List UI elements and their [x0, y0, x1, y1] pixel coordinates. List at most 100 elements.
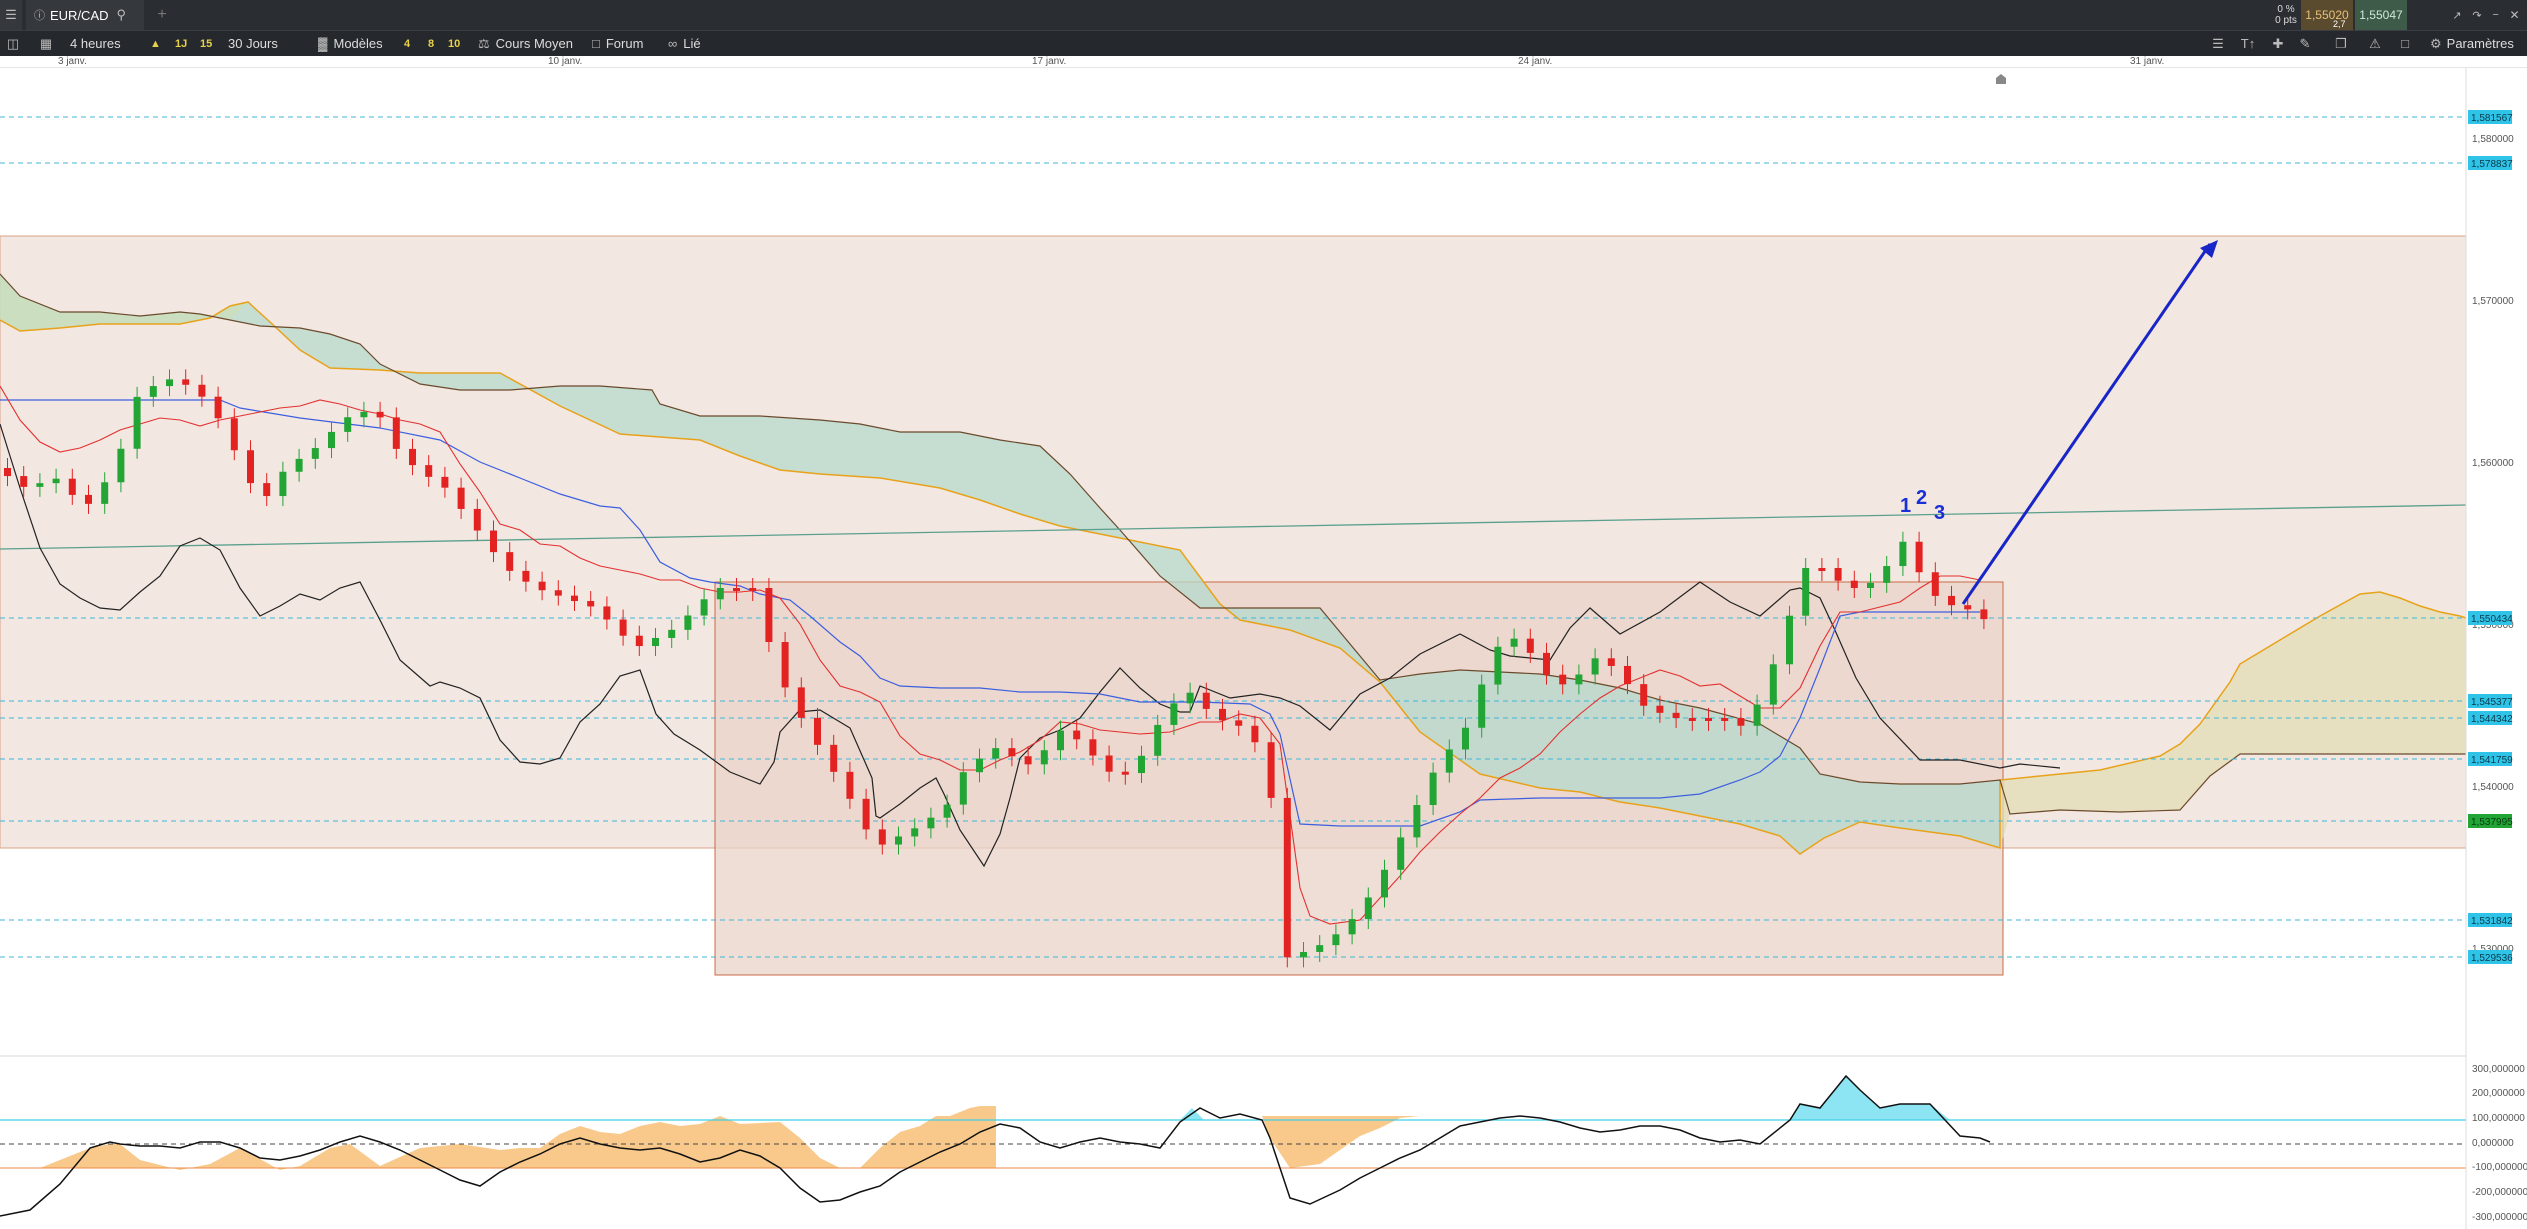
text-icon: T↑	[2240, 36, 2256, 51]
restore-icon[interactable]: ↷	[2472, 9, 2481, 22]
candle-body	[1867, 582, 1874, 588]
spread-value: 2,7	[2333, 18, 2346, 30]
candle-body	[1202, 692, 1210, 709]
model-10-button[interactable]: 10	[448, 31, 460, 56]
detach-icon[interactable]: ↗	[2452, 9, 2461, 22]
candle-body	[1656, 705, 1664, 713]
linked-button[interactable]: ∞ Lié	[668, 31, 701, 56]
candle-body	[668, 629, 676, 638]
candle-body	[1559, 674, 1567, 685]
change-points: 0 pts	[2275, 15, 2297, 26]
list-button[interactable]: ☰	[2208, 31, 2228, 56]
candle-body	[1769, 664, 1777, 705]
alert-button[interactable]: ⚠	[2364, 31, 2386, 56]
candle-body	[1073, 730, 1081, 740]
candle-body	[36, 483, 44, 487]
candle-body	[1008, 748, 1016, 757]
candle-body	[328, 431, 335, 449]
candle-body	[1445, 749, 1453, 773]
model-4-button[interactable]: 4	[404, 31, 410, 56]
price-chart[interactable]: 1 2 3 1,580000 1,570000 1,560000 1,55000…	[0, 68, 2527, 1229]
candle-body	[490, 530, 497, 553]
minimize-icon[interactable]: −	[2492, 9, 2498, 21]
settings-button[interactable]: ⚙ Paramètres	[2430, 31, 2514, 56]
candle-body	[1154, 724, 1162, 756]
price-tag: 1,550434	[2471, 614, 2513, 625]
period-15-button[interactable]: 15	[200, 31, 212, 56]
candle-body	[1186, 692, 1194, 704]
candle-body	[1510, 638, 1518, 647]
search-icon[interactable]: ⚲	[117, 7, 127, 23]
forum-button[interactable]: □ Forum	[592, 31, 643, 56]
indicator-label: 300,000000	[2472, 1064, 2525, 1075]
price-label: 1,540000	[2472, 782, 2514, 793]
candle-body	[1883, 566, 1891, 583]
windows-button[interactable]: ❐	[2330, 31, 2352, 56]
close-icon[interactable]: ✕	[2510, 8, 2520, 22]
menu-button[interactable]: ☰	[0, 0, 22, 30]
time-label: 10 janv.	[548, 56, 583, 67]
drawing-tools-button[interactable]: ✎	[2294, 31, 2316, 56]
candle-body	[20, 476, 28, 487]
candle-body	[927, 817, 935, 829]
candle-body	[733, 588, 740, 591]
candle-body	[1624, 665, 1631, 685]
models-button[interactable]: ▓ Modèles	[318, 31, 383, 56]
instrument-name: EUR/CAD	[50, 7, 109, 23]
candle-body	[214, 396, 222, 419]
candle-body	[230, 418, 238, 451]
period-15-label: 15	[200, 37, 213, 50]
comment-button[interactable]: □	[2394, 31, 2416, 56]
crosshair-button[interactable]: ✚	[2268, 31, 2288, 56]
spread-label: 2,7	[2333, 19, 2346, 29]
trading-platform: ☰ ⓘ EUR/CAD ⚲ + 0 % 0 pts 1,55020 1,5504…	[0, 0, 2527, 1229]
candle-body	[1737, 718, 1745, 726]
text-tool-button[interactable]: T↑	[2234, 31, 2262, 56]
timeframe-label: 4 heures	[70, 36, 121, 51]
indicator-label: -200,000000	[2472, 1187, 2527, 1198]
add-tab-button[interactable]: +	[152, 0, 172, 30]
chat-icon: □	[592, 36, 600, 51]
price-axis	[2466, 68, 2527, 1229]
time-label: 17 janv.	[1032, 56, 1067, 67]
candle-body	[1316, 945, 1324, 952]
scale-icon: ⚖	[478, 35, 490, 51]
grid-button[interactable]: ▦	[36, 31, 56, 56]
candle-body	[1688, 718, 1696, 721]
candle-body	[182, 379, 190, 385]
candle-body	[716, 588, 724, 600]
instrument-tab[interactable]: ⓘ EUR/CAD ⚲	[26, 0, 144, 30]
candle-body	[101, 482, 109, 504]
candle-body	[1834, 568, 1842, 581]
settings-label: Paramètres	[2446, 36, 2514, 51]
ask-price: 1,55047	[2359, 8, 2403, 22]
candle-body	[1251, 725, 1259, 743]
price-label: 1,570000	[2472, 296, 2514, 307]
models-icon: ▓	[318, 36, 328, 51]
candle-body	[295, 458, 303, 472]
candle-body	[1850, 580, 1858, 588]
candle-body	[765, 588, 773, 642]
indicator-label: 0,000000	[2472, 1138, 2514, 1149]
indicator-label: 200,000000	[2472, 1088, 2525, 1099]
candle-body	[1413, 805, 1421, 838]
period-select[interactable]: 30 Jours	[224, 31, 282, 56]
chart-type-button[interactable]: ▲	[150, 31, 161, 56]
average-price-button[interactable]: ⚖ Cours Moyen	[478, 31, 573, 56]
model-10-label: 10	[448, 37, 461, 50]
price-tag: 1,578837	[2471, 159, 2513, 170]
price-tag: 1,537995	[2471, 817, 2513, 828]
buy-price-button[interactable]: 1,55047	[2355, 0, 2407, 30]
layout-button[interactable]: ◫	[4, 31, 22, 56]
candle-body	[1364, 897, 1372, 920]
timeframe-select[interactable]: 4 heures	[64, 31, 127, 56]
candle-body	[1980, 609, 1988, 620]
period-1j-button[interactable]: 1J	[175, 31, 187, 56]
candle-body	[619, 619, 627, 636]
comment-icon: □	[2401, 36, 2409, 51]
indicator-label: 100,000000	[2472, 1113, 2525, 1124]
candle-body	[1429, 772, 1437, 805]
candle-body	[247, 450, 254, 484]
model-8-button[interactable]: 8	[428, 31, 434, 56]
windows-icon: ❐	[2335, 35, 2347, 51]
